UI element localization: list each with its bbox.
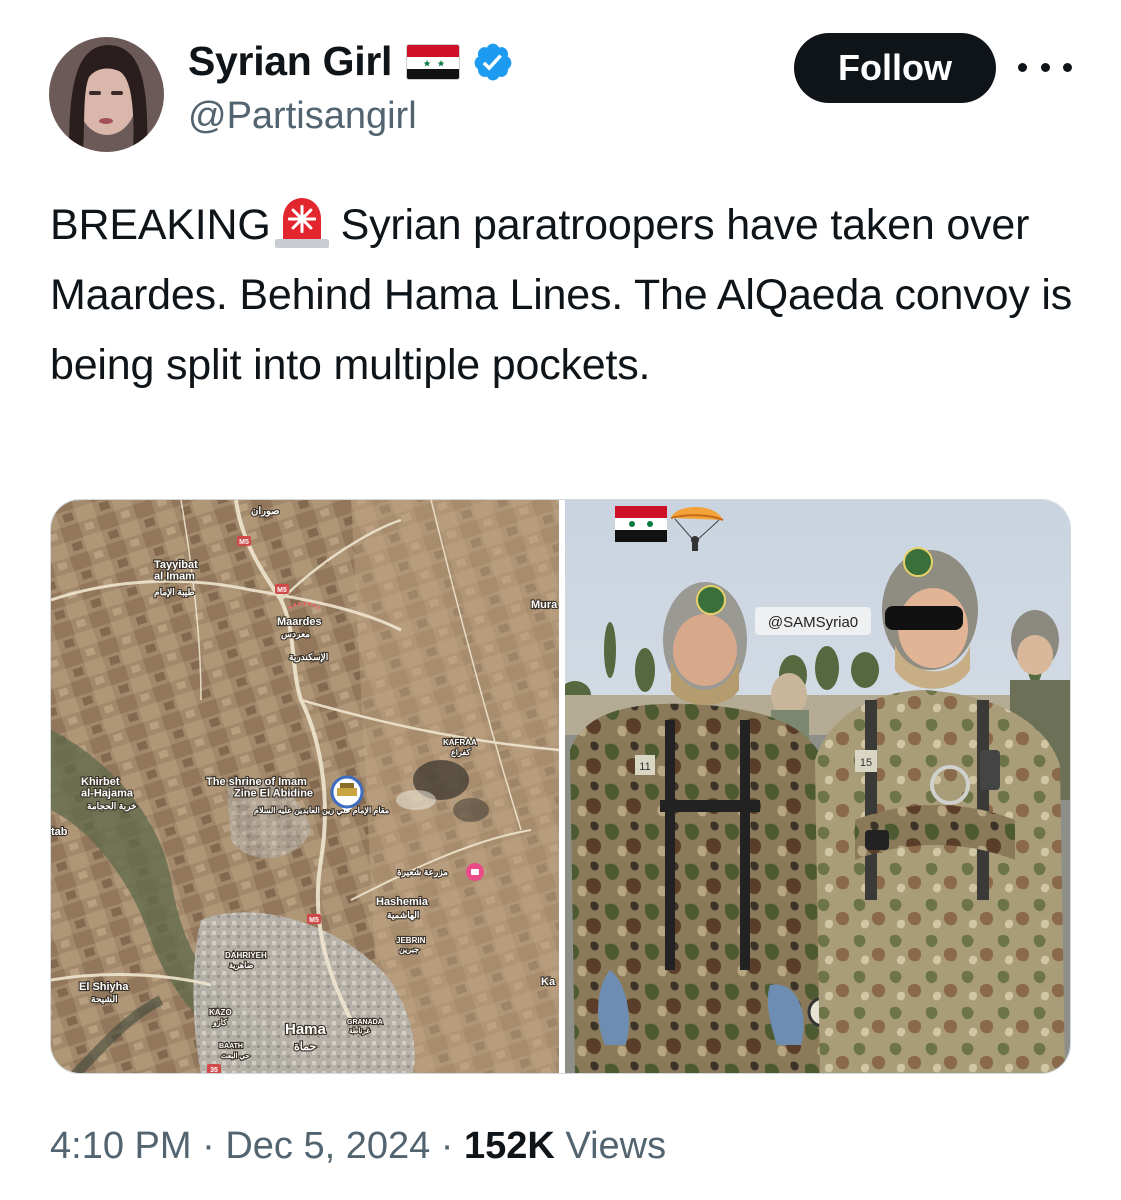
- avatar[interactable]: [49, 37, 164, 152]
- map-label: معردس: [281, 629, 310, 640]
- map-label: ضاهرية: [229, 961, 254, 971]
- road-label: M5: [309, 917, 319, 924]
- more-options-icon[interactable]: [1018, 52, 1072, 82]
- map-image[interactable]: M5 M5 M5 35 صوران Tayyibat al Imam طيبة ا…: [51, 500, 559, 1074]
- tweet-time[interactable]: 4:10 PM: [50, 1125, 192, 1167]
- map-label-hama: Hama: [285, 1021, 327, 1038]
- dot: [1063, 62, 1072, 72]
- views-count: 152K: [464, 1125, 555, 1167]
- media-grid[interactable]: M5 M5 M5 35 صوران Tayyibat al Imam طيبة ا…: [50, 499, 1071, 1074]
- map-label-baath: BAATH: [219, 1043, 243, 1050]
- map-label-kazo: KAZO: [209, 1008, 232, 1017]
- profile-photo: [49, 37, 164, 152]
- separator: ·: [440, 1125, 454, 1167]
- map-label: طيبة الإمام: [154, 587, 195, 598]
- map-label: مزرعة شعيرة: [397, 867, 448, 878]
- patch-number: 15: [860, 757, 872, 769]
- road-label: M5: [277, 587, 287, 594]
- paratroopers-photo[interactable]: @SAMSyria0 11 15: [559, 500, 1070, 1073]
- map-label: كفراع: [451, 748, 470, 758]
- map-label-mura: Mura: [531, 599, 558, 611]
- map-label-hashemia: Hashemia: [376, 896, 429, 908]
- map-label: حماة: [294, 1041, 316, 1053]
- map-label: الشيحة: [91, 994, 118, 1004]
- map-label-maardes: Maardes: [277, 616, 322, 628]
- map-label-jebrin: JEBRIN: [396, 936, 426, 945]
- views-label: Views: [565, 1125, 667, 1167]
- tweet-meta: 4:10 PM · Dec 5, 2024 · 152K Views: [50, 1125, 666, 1168]
- separator: ·: [202, 1125, 215, 1167]
- map-label: الهاشمية: [387, 910, 419, 921]
- map-label-tayyibat: Tayyibat al Imam: [154, 559, 198, 583]
- tweet-lead: BREAKING: [50, 201, 271, 249]
- follow-button[interactable]: Follow: [794, 33, 996, 103]
- patch-number: 11: [639, 761, 650, 773]
- map-label: خربة الحجامة: [87, 801, 137, 812]
- map-label-ka: Ka: [541, 976, 556, 988]
- map-label-shiyha: El Shiyha: [79, 981, 129, 993]
- tweet-text: BREAKING Syrian paratroopers have taken …: [50, 190, 1090, 400]
- map-label-kafraa: KAFRAA: [443, 738, 477, 747]
- syria-flag-icon: [615, 506, 667, 542]
- map-label: جبرين: [399, 945, 419, 955]
- watermark-text: @SAMSyria0: [768, 614, 858, 631]
- map-label: حي البعث: [221, 1052, 250, 1061]
- map-label-granada: GRANADA: [347, 1019, 383, 1026]
- handle[interactable]: @Partisangirl: [188, 95, 417, 138]
- map-label-dahriyeh: DAHRIYEH: [225, 951, 267, 960]
- tweet-date[interactable]: Dec 5, 2024: [225, 1125, 430, 1167]
- syria-flag-icon: [406, 43, 461, 80]
- map-label-tab: tab: [51, 826, 68, 838]
- map-label: مقام الإمام علي زين العابدين عليه السلام: [254, 806, 389, 816]
- map-label: كازو: [212, 1018, 227, 1028]
- road-label: M5: [239, 539, 249, 546]
- road-label: 35: [210, 1067, 218, 1074]
- display-name[interactable]: Syrian Girl: [188, 38, 392, 85]
- police-car-light-icon: [273, 195, 331, 249]
- dot: [1018, 62, 1027, 72]
- map-label: صوران: [251, 506, 280, 517]
- dot: [1040, 62, 1050, 72]
- map-label: غرناطة: [349, 1027, 370, 1035]
- verified-badge-icon: [472, 41, 514, 83]
- map-label: الإسكندرية: [289, 652, 328, 663]
